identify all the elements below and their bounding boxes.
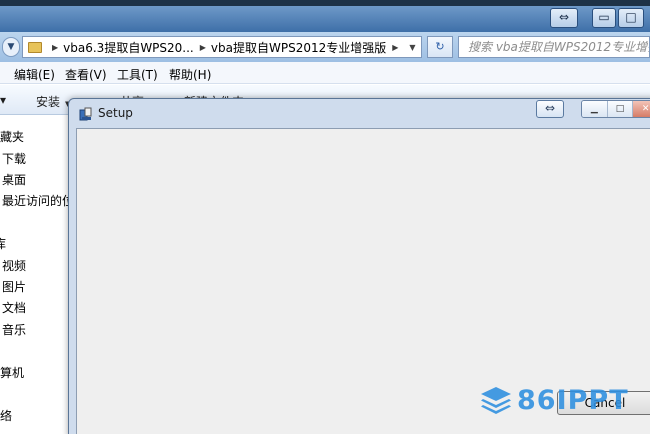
menu-tools[interactable]: 工具(T) — [117, 66, 158, 83]
nav-libraries[interactable]: 库 — [0, 235, 6, 252]
install-button[interactable]: 安装▼ — [36, 93, 70, 110]
maximize-icon[interactable]: □ — [607, 101, 634, 117]
setup-icon — [79, 107, 92, 121]
explorer-navigation-bar: ▼ ▶ vba6.3提取自WPS20... ▶ vba提取自WPS2012专业增… — [0, 32, 650, 62]
chevron-right-icon: ▶ — [52, 42, 59, 52]
breadcrumb-item[interactable]: vba提取自WPS2012专业增强版 — [211, 39, 386, 56]
chevron-right-icon: ▶ — [392, 42, 399, 52]
explorer-maximize-button[interactable]: □ — [618, 8, 644, 28]
search-input[interactable]: 搜索 vba提取自WPS2012专业增强版 — [458, 36, 650, 58]
explorer-resize-button[interactable]: ⇔ — [550, 8, 578, 28]
setup-resize-button[interactable]: ⇔ — [536, 100, 564, 118]
chevron-right-icon: ▶ — [199, 42, 206, 52]
nav-music[interactable]: 音乐 — [2, 321, 26, 338]
menu-edit[interactable]: 编辑(E) — [14, 66, 55, 83]
layers-logo-icon — [481, 387, 511, 414]
explorer-titlebar: ⇔ ▭ □ — [0, 6, 650, 32]
setup-caption-buttons: ▁ □ ✕ — [581, 100, 650, 118]
setup-title: Setup — [98, 106, 133, 120]
nav-videos[interactable]: 视频 — [2, 257, 26, 274]
nav-desktop[interactable]: 桌面 — [2, 171, 26, 188]
nav-pictures[interactable]: 图片 — [2, 278, 26, 295]
watermark: 86IPPT — [479, 383, 629, 417]
chevron-down-icon[interactable]: ▾ — [0, 93, 6, 107]
nav-network[interactable]: 网络 — [0, 407, 12, 424]
chevron-down-icon[interactable]: ▼ — [403, 43, 421, 52]
watermark-text: 86IPPT — [517, 384, 629, 416]
install-label: 安装 — [36, 95, 61, 109]
breadcrumb-item[interactable]: vba6.3提取自WPS20... — [63, 39, 194, 56]
nav-downloads[interactable]: 下载 — [2, 150, 26, 167]
explorer-minimize-button[interactable]: ▭ — [592, 8, 616, 28]
folder-icon — [28, 41, 42, 53]
nav-computer[interactable]: 计算机 — [0, 364, 24, 381]
refresh-button[interactable]: ↻ — [427, 36, 453, 58]
menu-view[interactable]: 查看(V) — [65, 66, 107, 83]
close-icon[interactable]: ✕ — [633, 101, 650, 117]
menu-help[interactable]: 帮助(H) — [169, 66, 211, 83]
menu-bar: 编辑(E) 查看(V) 工具(T) 帮助(H) — [0, 62, 650, 84]
nav-favorites[interactable]: 收藏夹 — [0, 128, 24, 145]
nav-recent-places[interactable]: 最近访问的位置 — [2, 192, 70, 209]
minimize-icon[interactable]: ▁ — [582, 101, 608, 117]
back-button[interactable]: ▼ — [2, 37, 20, 57]
nav-documents[interactable]: 文档 — [2, 299, 26, 316]
navigation-pane: 收藏夹 下载 桌面 最近访问的位置 库 视频 图片 文档 音乐 计算机 网络 — [0, 116, 70, 434]
setup-titlebar: Setup ⇔ ▁ □ ✕ — [69, 99, 650, 127]
address-bar[interactable]: ▶ vba6.3提取自WPS20... ▶ vba提取自WPS2012专业增强版… — [22, 36, 422, 58]
